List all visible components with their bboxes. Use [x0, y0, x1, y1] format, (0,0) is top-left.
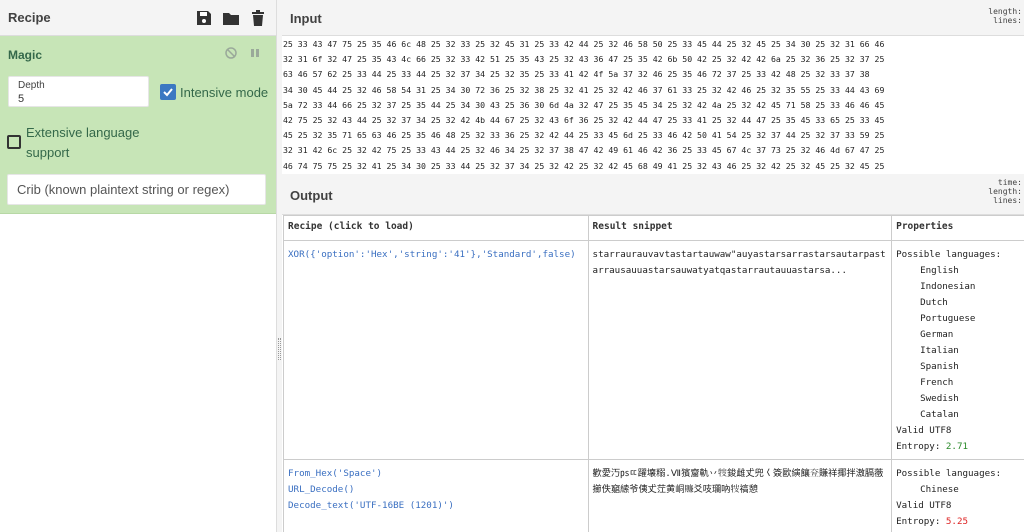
magic-results-table: Recipe (click to load) Result snippet Pr… [283, 215, 1024, 532]
properties-cell: Possible languages: English Indonesian D… [891, 240, 1024, 460]
entropy-value: 5.25 [945, 516, 969, 527]
intensive-mode-toggle[interactable]: Intensive mode [160, 84, 268, 100]
output-length-label: length: [988, 187, 1022, 196]
intensive-mode-label: Intensive mode [180, 84, 269, 100]
recipe-link[interactable]: From_Hex('Space') [288, 466, 584, 482]
delete-icon[interactable] [248, 8, 268, 28]
input-header: Input length: lines: [282, 0, 1024, 36]
input-line: 32 31 42 6c 25 32 42 75 25 33 43 44 25 3… [283, 145, 885, 156]
depth-label: Depth [18, 80, 45, 91]
input-title: Input [290, 11, 322, 26]
recipe-cell: From_Hex('Space') URL_Decode() Decode_te… [283, 459, 589, 532]
entropy-line: Entropy: 2.71 [896, 439, 1024, 455]
pause-icon[interactable] [248, 46, 262, 60]
language-item: French [920, 377, 954, 388]
language-item: Swedish [920, 393, 959, 404]
checkbox-checked-icon[interactable] [160, 84, 176, 100]
disable-icon[interactable] [224, 46, 238, 60]
table-row: From_Hex('Space') URL_Decode() Decode_te… [283, 459, 1024, 532]
possible-languages-label: Possible languages: [896, 249, 1002, 260]
language-item: Portuguese [920, 313, 976, 324]
output-time-label: time: [997, 178, 1022, 187]
input-line: 34 30 45 44 25 32 46 58 54 31 25 34 30 7… [283, 84, 885, 95]
recipe-link[interactable]: Decode_text('UTF-16BE (1201)') [288, 498, 584, 514]
input-line: 25 33 43 47 75 25 35 46 6c 48 25 32 33 2… [283, 39, 885, 49]
language-item: German [920, 329, 954, 340]
input-textarea[interactable]: 25 33 43 47 75 25 35 46 6c 48 25 32 33 2… [282, 37, 1024, 174]
input-stats: length: lines: [988, 7, 1022, 25]
language-item: Spanish [920, 361, 959, 372]
language-item: English [920, 265, 959, 276]
output-stats: time: length: lines: [988, 178, 1022, 205]
result-snippet: 歡愛汅㎰ㄸ躍壊糑.Ⅶ獱齏軌丷𤘸鋑雌𠀋兜𡿨簽歐縯饟𡗨賺祥揶拌滶膈藢擳佚竆䌇爷侇𠀋茳… [592, 468, 884, 495]
input-length-label: length: [988, 7, 1022, 16]
entropy-label: Entropy: [896, 441, 946, 452]
column-header-properties: Properties [891, 215, 1024, 241]
input-line: 5a 72 33 44 66 25 32 37 25 35 44 25 34 3… [283, 99, 885, 110]
depth-value[interactable]: 5 [18, 93, 24, 105]
column-header-result: Result snippet [587, 215, 893, 241]
crib-placeholder: Crib (known plaintext string or regex) [17, 182, 230, 197]
input-line: 46 74 75 75 25 32 41 25 34 30 25 33 44 2… [283, 160, 885, 171]
properties-cell: Possible languages: Chinese Valid UTF8 E… [891, 459, 1024, 532]
possible-languages-label: Possible languages: [896, 468, 1002, 479]
io-panel: Input length: lines: 25 33 43 47 75 25 3… [282, 0, 1024, 532]
language-item: Catalan [920, 409, 959, 420]
output-header: Output time: length: lines: [282, 174, 1024, 215]
folder-icon[interactable] [221, 8, 241, 28]
entropy-line: Entropy: 5.25 [896, 514, 1024, 530]
input-line: 42 75 25 32 43 44 25 32 37 34 25 32 42 4… [283, 114, 885, 125]
column-header-recipe: Recipe (click to load) [283, 215, 589, 241]
extensive-language-label: Extensive language support [26, 125, 140, 160]
recipe-link[interactable]: XOR({'option':'Hex','string':'41'},'Stan… [288, 247, 584, 263]
valid-utf8-label: Valid UTF8 [896, 425, 952, 436]
depth-field[interactable]: Depth 5 [8, 76, 149, 107]
language-item: Chinese [920, 484, 959, 495]
magic-title: Magic [8, 48, 43, 62]
crib-input[interactable]: Crib (known plaintext string or regex) [7, 174, 266, 205]
output-area: Recipe (click to load) Result snippet Pr… [282, 215, 1024, 532]
recipe-panel: Recipe Magic Depth 5 Intensive mode Exte… [0, 0, 277, 532]
resize-grip-icon[interactable] [278, 338, 281, 360]
input-line: 32 31 6f 32 47 25 35 43 4c 66 25 32 33 4… [283, 54, 885, 65]
recipe-link[interactable]: URL_Decode() [288, 482, 584, 498]
input-line: 45 25 32 35 71 65 63 46 25 35 46 48 25 3… [283, 130, 885, 141]
entropy-value: 2.71 [945, 441, 969, 452]
result-cell: starraurauvavtastartauwaw"auyastarsarras… [587, 240, 893, 460]
entropy-label: Entropy: [896, 516, 946, 527]
table-row: XOR({'option':'Hex','string':'41'},'Stan… [283, 240, 1024, 460]
result-cell: 歡愛汅㎰ㄸ躍壊糑.Ⅶ獱齏軌丷𤘸鋑雌𠀋兜𡿨簽歐縯饟𡗨賺祥揶拌滶膈藢擳佚竆䌇爷侇𠀋茳… [587, 459, 893, 532]
input-lines-label: lines: [993, 16, 1022, 25]
save-icon[interactable] [194, 8, 214, 28]
output-lines-label: lines: [993, 196, 1022, 205]
checkbox-unchecked-icon[interactable] [7, 135, 21, 149]
language-item: Italian [920, 345, 959, 356]
input-line: 63 46 57 62 25 33 44 25 33 44 25 32 37 3… [283, 69, 870, 80]
extensive-language-toggle[interactable]: Extensive language support [7, 123, 146, 163]
recipe-title: Recipe [8, 10, 51, 25]
output-title: Output [290, 188, 333, 203]
recipe-cell: XOR({'option':'Hex','string':'41'},'Stan… [283, 240, 589, 460]
recipe-header: Recipe [0, 0, 276, 36]
result-snippet: starraurauvavtastartauwaw"auyastarsarras… [592, 249, 886, 276]
valid-utf8-label: Valid UTF8 [896, 500, 952, 511]
language-item: Dutch [920, 297, 948, 308]
magic-operation: Magic Depth 5 Intensive mode Extensive l… [0, 36, 276, 214]
language-item: Indonesian [920, 281, 976, 292]
